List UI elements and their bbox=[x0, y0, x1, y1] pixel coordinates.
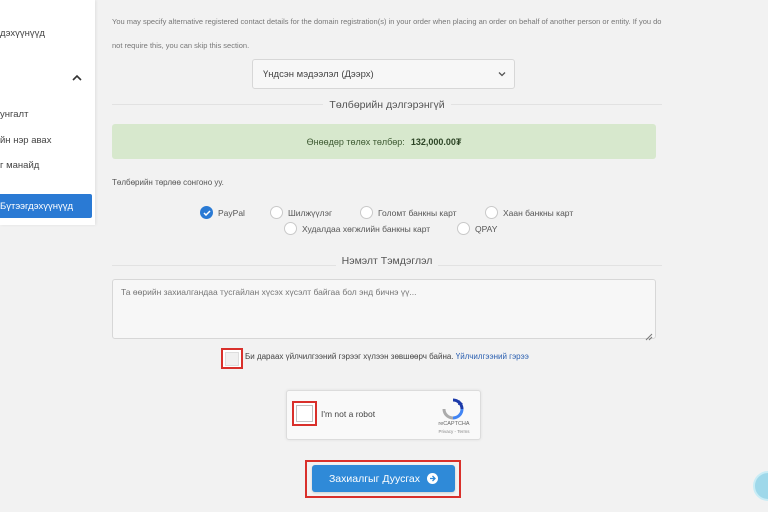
payment-option-label: Худалдаа хөгжлийн банкны карт bbox=[302, 223, 431, 234]
radio-icon bbox=[284, 222, 297, 235]
radio-icon bbox=[270, 206, 283, 219]
total-due-amount: 132,000.00₮ bbox=[410, 136, 462, 147]
chat-widget-icon[interactable] bbox=[753, 471, 768, 501]
resize-handle-icon[interactable] bbox=[645, 328, 653, 346]
recaptcha-label: I'm not a robot bbox=[321, 409, 376, 419]
contact-select[interactable]: Үндсэн мэдээлэл (Дээрх) bbox=[252, 59, 515, 89]
sidebar-item-products-active[interactable]: Бүтээгдэхүүнүүд bbox=[0, 194, 92, 218]
checkbox-square bbox=[225, 351, 239, 366]
payment-method-prompt: Төлбөрийн төрлөө сонгоно уу. bbox=[112, 178, 224, 187]
payment-option-paypal[interactable]: PayPal bbox=[200, 206, 245, 219]
payment-option-qpay[interactable]: QPAY bbox=[457, 222, 497, 235]
payment-section-title-text: Төлбөрийн дэлгэрэнгүй bbox=[323, 99, 451, 111]
sidebar-item-transfer[interactable]: г манайд bbox=[0, 160, 39, 171]
sidebar: дэхүүнүүд унгалт йн нэр авах г манайд Бү… bbox=[0, 0, 95, 225]
recaptcha-checkbox[interactable] bbox=[292, 401, 317, 426]
recaptcha-widget: I'm not a robot reCAPTCHA Privacy - Term… bbox=[286, 390, 481, 440]
sidebar-item-domain-register[interactable]: йн нэр авах bbox=[0, 135, 51, 146]
radio-icon bbox=[360, 206, 373, 219]
radio-icon bbox=[457, 222, 470, 235]
recaptcha-brand: reCAPTCHA bbox=[438, 421, 470, 427]
payment-option-golomt[interactable]: Голомт банкны карт bbox=[360, 206, 457, 219]
sidebar-item-extension[interactable]: унгалт bbox=[0, 109, 28, 120]
contact-select-value: Үндсэн мэдээлэл (Дээрх) bbox=[263, 68, 374, 80]
complete-order-button[interactable]: Захиалгыг Дуусгах bbox=[312, 465, 455, 492]
sidebar-item-products-group[interactable]: дэхүүнүүд bbox=[0, 28, 45, 39]
terms-link[interactable]: Үйлчилгээний гэрээ bbox=[456, 352, 529, 361]
notes-section-title: Нэмэлт Тэмдэглэл bbox=[112, 255, 662, 267]
payment-option-label: Хаан банкны карт bbox=[503, 207, 574, 218]
payment-option-label: QPAY bbox=[475, 223, 498, 234]
recaptcha-logo-icon bbox=[440, 397, 466, 421]
payment-section-title: Төлбөрийн дэлгэрэнгүй bbox=[112, 99, 662, 111]
chevron-down-icon bbox=[498, 69, 506, 80]
payment-option-transfer[interactable]: Шилжүүлэг bbox=[270, 206, 332, 219]
payment-option-label: Шилжүүлэг bbox=[288, 207, 333, 218]
notes-textarea[interactable] bbox=[112, 279, 656, 339]
radio-checked-icon bbox=[200, 206, 213, 219]
complete-order-label: Захиалгыг Дуусгах bbox=[328, 472, 421, 485]
payment-option-label: PayPal bbox=[218, 207, 245, 218]
contact-note: You may specify alternative registered c… bbox=[112, 17, 662, 50]
terms-text: Би дараах үйлчилгээний гэрээг хүлээн зөв… bbox=[245, 352, 529, 361]
chevron-up-icon[interactable] bbox=[70, 70, 84, 84]
terms-checkbox[interactable] bbox=[221, 348, 243, 369]
radio-icon bbox=[485, 206, 498, 219]
recaptcha-privacy-links[interactable]: Privacy - Terms bbox=[431, 429, 477, 434]
checkbox-square bbox=[296, 405, 313, 422]
main-content: You may specify alternative registered c… bbox=[105, 0, 665, 512]
total-due-label: Өнөөдөр төлөх төлбөр: bbox=[306, 136, 405, 147]
terms-statement: Би дараах үйлчилгээний гэрээг хүлээн зөв… bbox=[245, 352, 454, 361]
notes-section-title-text: Нэмэлт Тэмдэглэл bbox=[335, 255, 439, 267]
total-due-box: Өнөөдөр төлөх төлбөр: 132,000.00₮ bbox=[112, 124, 656, 159]
payment-option-khan[interactable]: Хаан банкны карт bbox=[485, 206, 573, 219]
payment-option-tdb[interactable]: Худалдаа хөгжлийн банкны карт bbox=[284, 222, 430, 235]
checkout-page: дэхүүнүүд унгалт йн нэр авах г манайд Бү… bbox=[0, 0, 768, 512]
payment-option-label: Голомт банкны карт bbox=[378, 207, 457, 218]
arrow-right-circle-icon bbox=[427, 473, 439, 484]
